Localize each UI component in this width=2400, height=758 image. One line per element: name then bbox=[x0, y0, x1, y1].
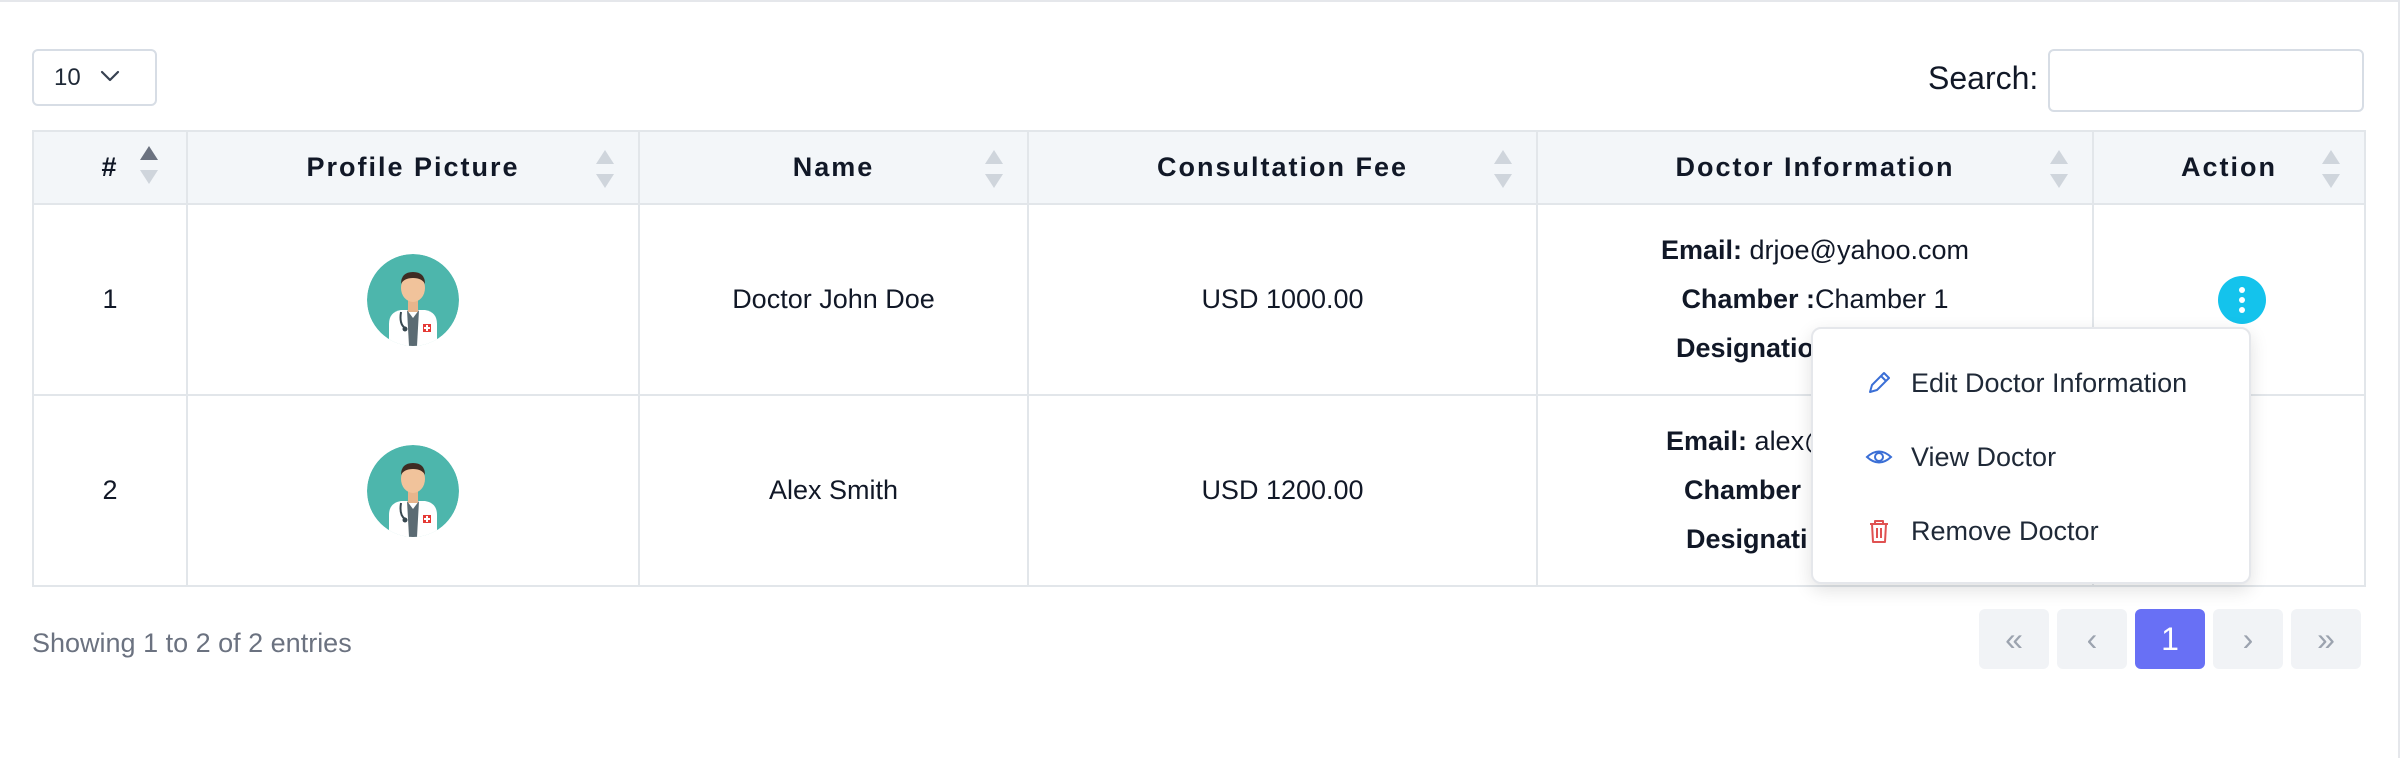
pencil-icon bbox=[1865, 369, 1893, 397]
sort-arrows-icon bbox=[596, 150, 614, 188]
sort-arrows-icon bbox=[2322, 150, 2340, 188]
menu-item-label: View Doctor bbox=[1911, 441, 2057, 472]
search-input[interactable] bbox=[2048, 49, 2364, 112]
profile-picture-cell bbox=[186, 203, 640, 396]
column-header-label: Action bbox=[2181, 152, 2277, 182]
doctor-name: Alex Smith bbox=[638, 394, 1029, 587]
consultation-fee: USD 1200.00 bbox=[1027, 394, 1538, 587]
menu-item-label: Remove Doctor bbox=[1911, 515, 2099, 546]
table-info-text: Showing 1 to 2 of 2 entries bbox=[32, 628, 352, 658]
edit-doctor-menu-item[interactable]: Edit Doctor Information bbox=[1813, 353, 2249, 413]
entries-per-page-value: 10 bbox=[54, 63, 81, 91]
chamber-line: Chamber :Chamber 1 bbox=[1538, 275, 2092, 324]
column-header-label: Profile Picture bbox=[306, 152, 520, 182]
designation-label: Designatio bbox=[1676, 333, 1815, 363]
column-header-label: Doctor Information bbox=[1675, 152, 1955, 182]
profile-picture-cell bbox=[186, 394, 640, 587]
consultation-fee: USD 1000.00 bbox=[1027, 203, 1538, 396]
remove-doctor-menu-item[interactable]: Remove Doctor bbox=[1813, 501, 2249, 561]
column-header-doctor-information[interactable]: Doctor Information bbox=[1536, 130, 2094, 205]
view-doctor-menu-item[interactable]: View Doctor bbox=[1813, 427, 2249, 487]
trash-icon bbox=[1865, 517, 1893, 545]
email-line: Email: drjoe@yahoo.com bbox=[1538, 226, 2092, 275]
chevron-down-icon bbox=[100, 70, 120, 82]
row-number: 1 bbox=[32, 203, 188, 396]
designation-label: Designati bbox=[1686, 524, 1808, 554]
pagination-first-button[interactable]: « bbox=[1979, 609, 2049, 669]
chamber-value: Chamber 1 bbox=[1814, 284, 1949, 314]
email-value: drjoe@yahoo.com bbox=[1749, 235, 1970, 265]
column-header-label: Name bbox=[792, 152, 875, 182]
column-header-action[interactable]: Action bbox=[2092, 130, 2366, 205]
more-actions-button[interactable] bbox=[2218, 275, 2266, 324]
doctor-avatar-icon bbox=[367, 253, 459, 346]
email-label: Email: bbox=[1660, 235, 1742, 265]
pagination-page-1-button[interactable]: 1 bbox=[2135, 609, 2205, 669]
row-number: 2 bbox=[32, 394, 188, 587]
sort-arrows-icon bbox=[1494, 150, 1512, 188]
sort-arrows-icon bbox=[985, 150, 1003, 188]
row-actions-dropdown: Edit Doctor Information View Doctor Remo… bbox=[1811, 327, 2251, 584]
entries-per-page-select[interactable]: 10 bbox=[32, 49, 157, 106]
menu-item-label: Edit Doctor Information bbox=[1911, 367, 2188, 398]
column-header-number[interactable]: # bbox=[32, 130, 188, 205]
search-label: Search: bbox=[1928, 60, 2039, 96]
pagination-prev-button[interactable]: ‹ bbox=[2057, 609, 2127, 669]
sort-arrows-icon bbox=[140, 146, 158, 184]
pagination-next-button[interactable]: › bbox=[2213, 609, 2283, 669]
pagination-last-button[interactable]: » bbox=[2291, 609, 2361, 669]
chamber-label: Chamber : bbox=[1681, 284, 1815, 314]
email-label: Email: bbox=[1666, 426, 1748, 456]
sort-arrows-icon bbox=[2050, 150, 2068, 188]
doctor-name: Doctor John Doe bbox=[638, 203, 1029, 396]
column-header-consultation-fee[interactable]: Consultation Fee bbox=[1027, 130, 1538, 205]
table-header-row: # Profile Picture Name Consultation Fee … bbox=[32, 130, 2366, 205]
chamber-label: Chamber : bbox=[1684, 475, 1818, 505]
column-header-label: # bbox=[101, 152, 119, 182]
eye-icon bbox=[1865, 443, 1893, 471]
column-header-name[interactable]: Name bbox=[638, 130, 1029, 205]
column-header-label: Consultation Fee bbox=[1156, 152, 1408, 182]
column-header-profile-picture[interactable]: Profile Picture bbox=[186, 130, 640, 205]
doctor-avatar-icon bbox=[367, 444, 459, 537]
